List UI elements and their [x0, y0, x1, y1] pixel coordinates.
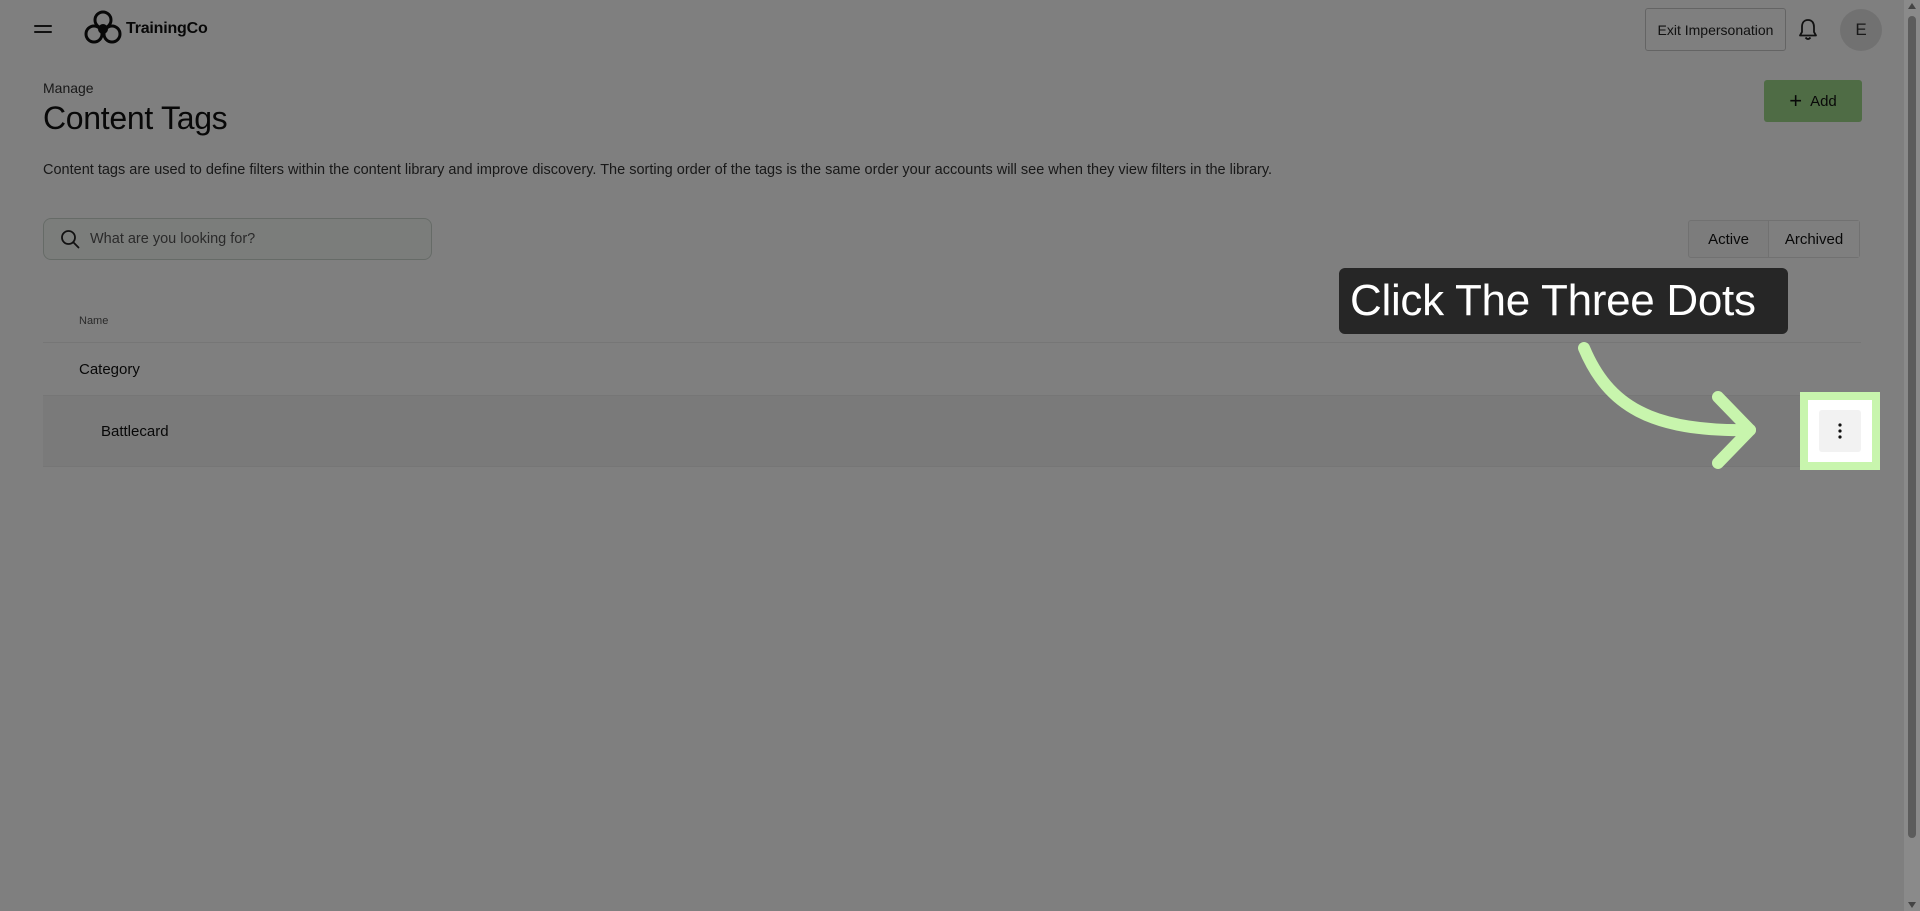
exit-impersonation-button[interactable]: Exit Impersonation [1645, 8, 1786, 51]
status-filter: Active Archived [1688, 220, 1860, 258]
menu-icon[interactable] [32, 20, 54, 38]
bell-icon[interactable] [1797, 18, 1819, 42]
scroll-up-icon[interactable] [1908, 3, 1916, 9]
filter-archived[interactable]: Archived [1768, 221, 1859, 257]
add-tag-button[interactable]: + Add [1764, 80, 1862, 122]
plus-icon: + [1789, 88, 1803, 113]
search-icon [61, 230, 80, 249]
highlight-frame [1800, 392, 1880, 470]
scroll-thumb[interactable] [1908, 16, 1916, 838]
page-scrollbar[interactable] [1904, 0, 1920, 911]
search-input[interactable] [90, 231, 410, 247]
user-avatar[interactable]: E [1840, 9, 1882, 51]
search-box [43, 218, 432, 260]
scroll-down-icon[interactable] [1908, 902, 1916, 908]
breadcrumb: Manage [43, 80, 94, 96]
page-description: Content tags are used to define filters … [43, 162, 1273, 178]
tag-name: Battlecard [101, 422, 169, 440]
add-button-label: Add [1810, 92, 1837, 110]
page-title: Content Tags [43, 100, 228, 136]
app-name: TrainingCo [126, 20, 208, 37]
filter-active[interactable]: Active [1689, 221, 1768, 257]
row-actions-button[interactable] [1819, 410, 1861, 452]
vertical-ellipsis-icon [1838, 423, 1842, 439]
trainingco-logo-icon [84, 10, 122, 44]
app-logo[interactable]: TrainingCo [84, 10, 208, 48]
tutorial-callout: Click The Three Dots [1339, 268, 1788, 334]
curved-arrow-icon [1578, 342, 1756, 469]
